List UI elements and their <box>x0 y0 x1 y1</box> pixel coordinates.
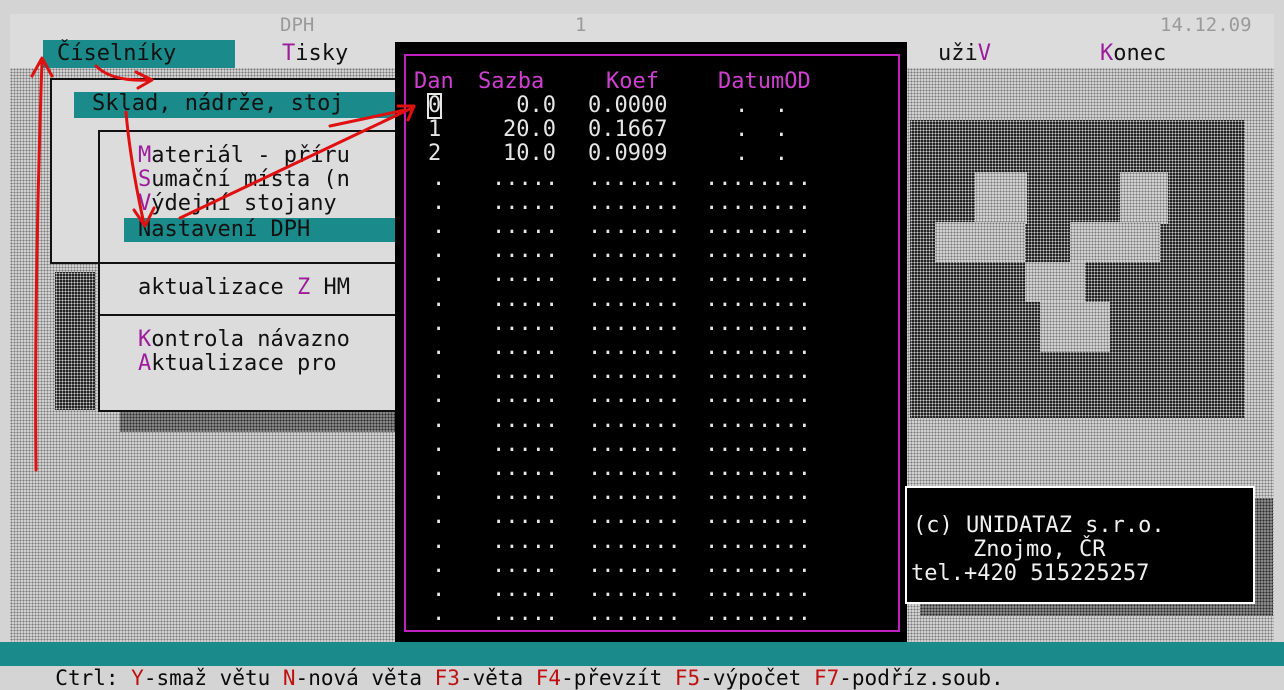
status-key-f5[interactable]: F5 <box>675 666 700 690</box>
annotation-arrow-up <box>30 56 54 472</box>
status-text-f7: -podříz.soub. <box>839 666 1004 690</box>
status-prefix: Ctrl: <box>55 666 132 690</box>
annotation-arrow-to-table <box>178 104 416 220</box>
annotation-arrows <box>30 56 416 472</box>
annotation-arrow-to-nastaveni <box>124 110 156 228</box>
status-key-f3[interactable]: F3 <box>435 666 460 690</box>
status-key-f4[interactable]: F4 <box>536 666 561 690</box>
annotation-arrow-to-sklad <box>94 64 154 90</box>
status-text-f3: -věta <box>459 666 536 690</box>
status-text-y: -smaž větu <box>143 666 283 690</box>
status-key-y[interactable]: Y <box>131 666 144 690</box>
status-text-f4: -převzít <box>561 666 675 690</box>
status-text-f5: -výpočet <box>700 666 814 690</box>
status-key-f7[interactable]: F7 <box>814 666 839 690</box>
status-key-n[interactable]: N <box>283 666 296 690</box>
status-text-n: -nová věta <box>295 666 435 690</box>
